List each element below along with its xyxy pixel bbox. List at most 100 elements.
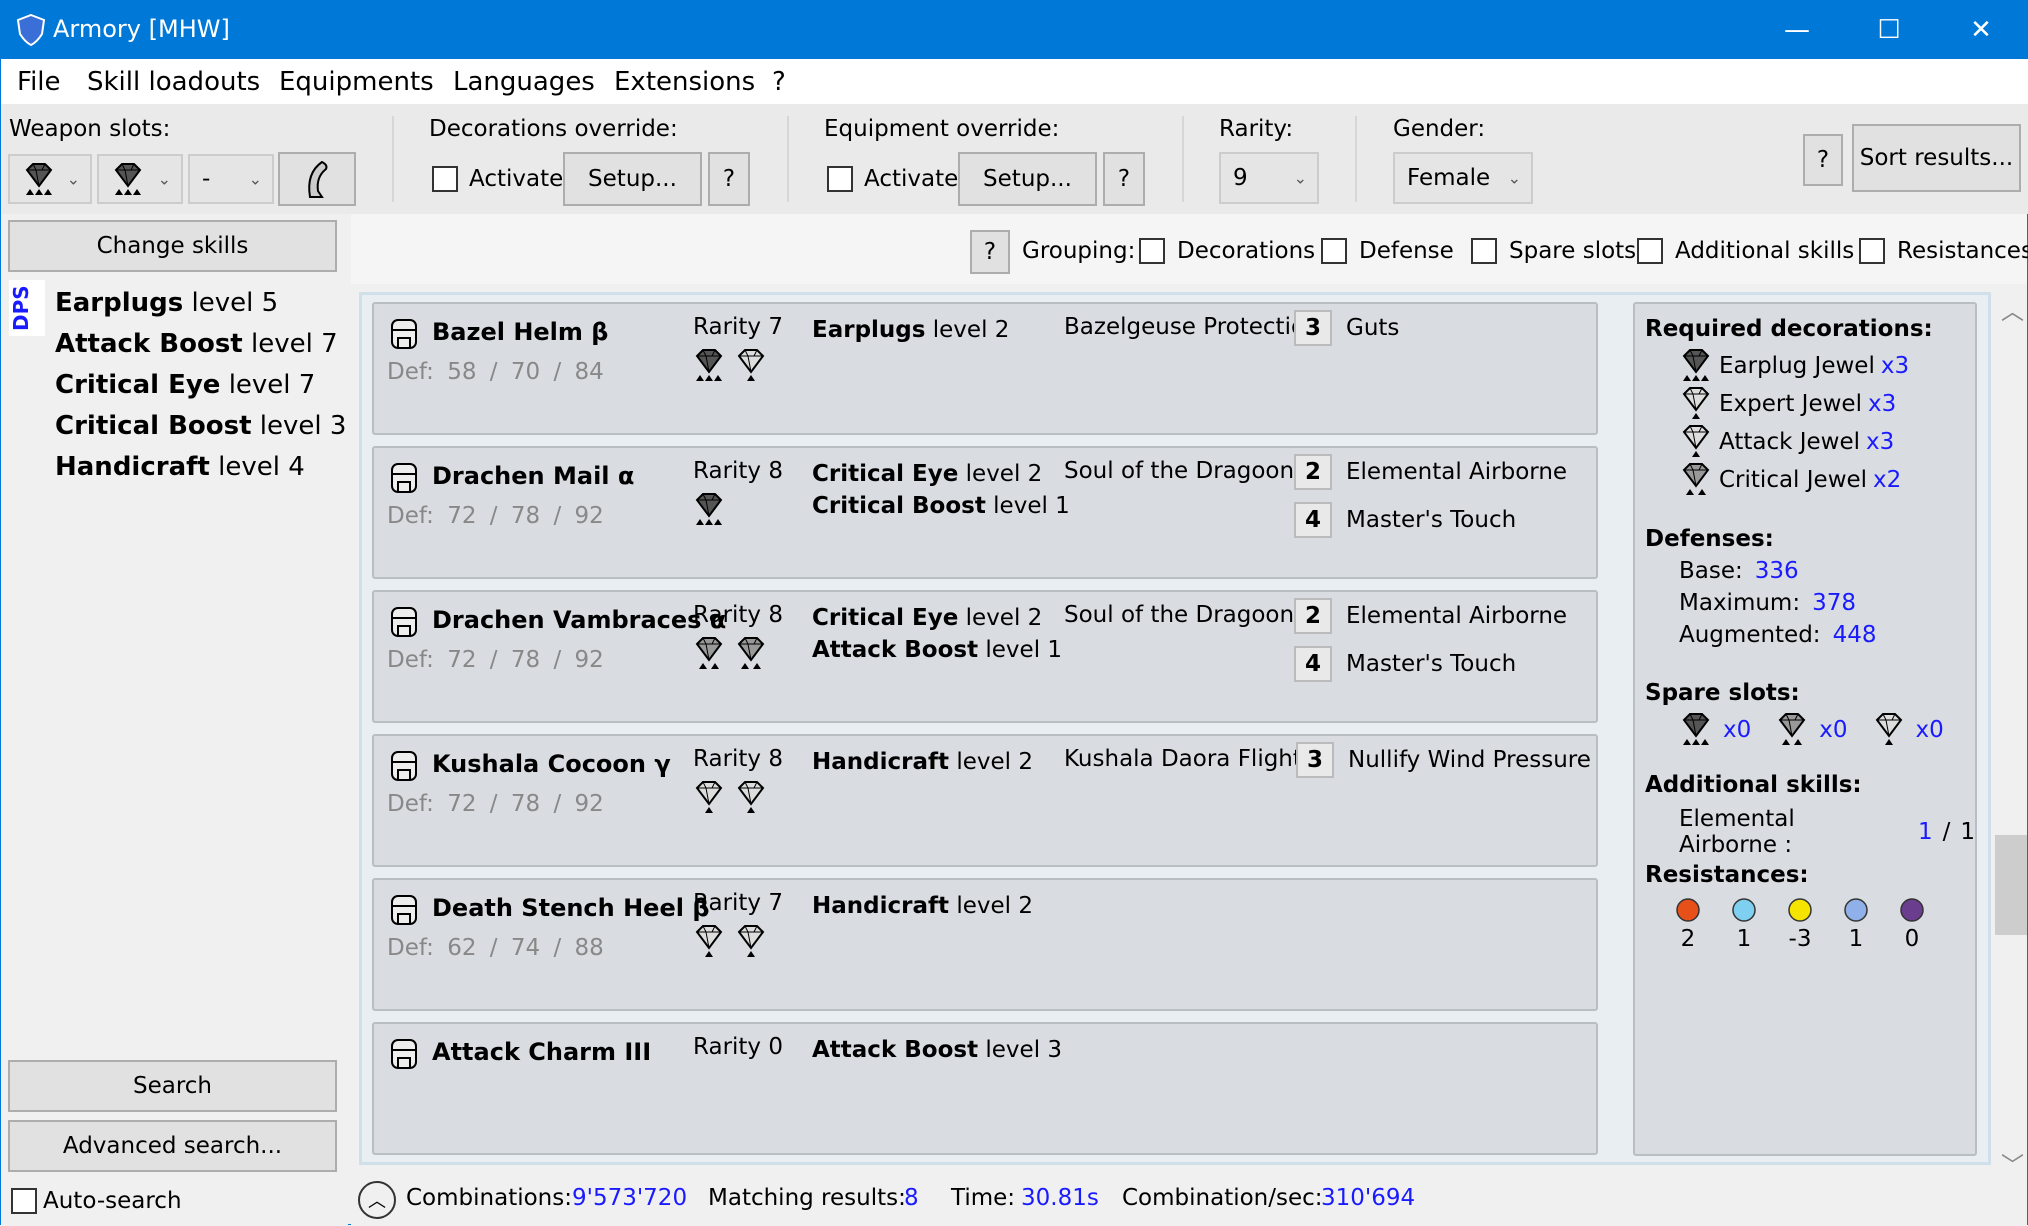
- menu-help[interactable]: ?: [772, 67, 786, 97]
- defense-part: 84: [574, 359, 604, 385]
- armor-skill-name: Critical Eye: [812, 605, 959, 631]
- rarity-select[interactable]: 9 ⌄: [1219, 152, 1319, 204]
- decoration-count: x3: [1867, 391, 1897, 417]
- maximize-button[interactable]: ☐: [1843, 1, 1935, 59]
- close-button[interactable]: ✕: [1935, 1, 2027, 59]
- auto-search-checkbox[interactable]: [11, 1188, 37, 1214]
- result-item[interactable]: Kushala Cocoon γ Def: 72 / 78 / 92 Rarity…: [372, 734, 1598, 867]
- equipment-help-button[interactable]: ?: [1103, 152, 1145, 206]
- decorations-activate-checkbox[interactable]: [432, 166, 458, 192]
- defense-part: /: [489, 935, 498, 961]
- grouping-defense-checkbox[interactable]: [1321, 238, 1347, 264]
- defense-part: /: [553, 359, 562, 385]
- equipment-setup-button[interactable]: Setup...: [958, 152, 1097, 206]
- set-bonus-skill: Master's Touch: [1346, 651, 1517, 677]
- defense-part: 62: [447, 935, 477, 961]
- armor-skill: Critical Eye level 2: [812, 458, 1070, 490]
- skill-name: Critical Boost: [55, 411, 252, 441]
- defense-row: Maximum: 378: [1679, 590, 1856, 616]
- menu-languages[interactable]: Languages: [453, 67, 595, 97]
- separator: /: [1942, 819, 1951, 845]
- minimize-button[interactable]: —: [1751, 1, 1843, 59]
- combinations-label: Combinations:: [406, 1185, 572, 1211]
- armor-name: Bazel Helm β: [432, 318, 609, 346]
- grouping-option-label: Defense: [1359, 238, 1454, 264]
- result-item[interactable]: Death Stench Heel β Def: 62 / 74 / 88 Rar…: [372, 878, 1598, 1011]
- defense-part: 72: [447, 791, 477, 817]
- menu-file[interactable]: File: [17, 67, 61, 97]
- defense-label: Augmented:: [1679, 622, 1821, 648]
- search-button[interactable]: Search: [8, 1060, 337, 1112]
- additional-skill: Elemental Airborne : 1 / 1: [1679, 806, 1975, 858]
- weapon-slot-3-select[interactable]: - ⌄: [188, 154, 274, 204]
- set-bonus-rank: 4: [1294, 502, 1332, 538]
- grouping-option-label: Additional skills: [1675, 238, 1855, 264]
- armor-rarity: Rarity 8: [693, 602, 783, 628]
- additional-skill-max: 1: [1960, 819, 1975, 845]
- spare-slots-row: x0 x0 x0: [1679, 712, 1958, 748]
- result-item[interactable]: Drachen Vambraces α Def: 72 / 78 / 92 Rar…: [372, 590, 1598, 723]
- armor-skill-name: Attack Boost: [812, 1037, 979, 1063]
- collapse-up-icon[interactable]: ︿: [358, 1181, 396, 1219]
- armor-skill-level: level 2: [932, 317, 1010, 343]
- gem-slot-1-icon: [695, 925, 723, 957]
- decorations-help-button[interactable]: ?: [708, 152, 750, 206]
- spare-slots-heading: Spare slots:: [1645, 680, 1800, 706]
- armor-skill: Attack Boost level 1: [812, 634, 1062, 666]
- change-skills-button[interactable]: Change skills: [8, 220, 337, 272]
- grouping-bar: ? Grouping: Decorations Defense Spare slot…: [351, 214, 2028, 284]
- ice-resistance-icon: [1844, 898, 1868, 922]
- spare-count: x0: [1819, 717, 1848, 743]
- grouping-help-button[interactable]: ?: [970, 230, 1010, 274]
- grouping-option-label: Spare slots: [1509, 238, 1637, 264]
- loadout-tab-dps[interactable]: DPS: [9, 280, 45, 336]
- result-item[interactable]: Attack Charm III Rarity 0 Attack Boost le…: [372, 1022, 1598, 1155]
- weapon-slot-2-select[interactable]: ⌄: [97, 154, 183, 204]
- decorations-setup-button[interactable]: Setup...: [563, 152, 702, 206]
- menu-bar: File Skill loadouts Equipments Languages…: [1, 59, 2028, 104]
- result-item[interactable]: Drachen Mail α Def: 72 / 78 / 92 Rarity 8…: [372, 446, 1598, 579]
- advanced-search-button[interactable]: Advanced search...: [8, 1120, 337, 1172]
- dragon-resistance-icon: [1900, 898, 1924, 922]
- set-bonus-rank: 4: [1294, 646, 1332, 682]
- defense-part: Def:: [387, 503, 434, 529]
- menu-equipments[interactable]: Equipments: [279, 67, 434, 97]
- charm-icon: [391, 1039, 417, 1069]
- grouping-additional-skills-checkbox[interactable]: [1637, 238, 1663, 264]
- set-bonus: 4 Master's Touch: [1294, 646, 1516, 682]
- scrollbar-thumb[interactable]: [1995, 835, 2027, 935]
- fire-resistance-icon: [1676, 898, 1700, 922]
- results-scrollbar[interactable]: ︿ ﹀: [1993, 292, 2027, 1179]
- time-value: 30.81s: [1021, 1185, 1099, 1211]
- defense-part: Def:: [387, 647, 434, 673]
- matching-value: 8: [904, 1185, 919, 1211]
- gem-slot-1-icon: [1682, 425, 1710, 457]
- slot-gems: [692, 492, 726, 528]
- skill-level: level 4: [218, 452, 305, 482]
- scroll-up-icon[interactable]: ︿: [2001, 292, 2024, 326]
- armor-rarity: Rarity 8: [693, 746, 783, 772]
- gender-select[interactable]: Female ⌄: [1393, 152, 1533, 204]
- weapon-slot-1-select[interactable]: ⌄: [8, 154, 92, 204]
- grouping-spare-slots-checkbox[interactable]: [1471, 238, 1497, 264]
- selected-skill: Handicraft level 4: [55, 452, 305, 482]
- set-name: Soul of the Dragoon: [1064, 602, 1295, 628]
- result-item[interactable]: Bazel Helm β Def: 58 / 70 / 84 Rarity 7 Ea…: [372, 302, 1598, 435]
- armor-skill: Earplugs level 2: [812, 314, 1009, 346]
- sort-results-button[interactable]: Sort results...: [1852, 124, 2021, 192]
- grouping-decorations-checkbox[interactable]: [1139, 238, 1165, 264]
- weapon-type-button[interactable]: [278, 152, 356, 206]
- grouping-resistances-checkbox[interactable]: [1859, 238, 1885, 264]
- menu-skill-loadouts[interactable]: Skill loadouts: [87, 67, 260, 97]
- equipment-activate-checkbox[interactable]: [827, 166, 853, 192]
- menu-extensions[interactable]: Extensions: [614, 67, 755, 97]
- rate-label: Combination/sec:: [1122, 1185, 1323, 1211]
- sort-help-button[interactable]: ?: [1803, 134, 1843, 186]
- selected-skill: Attack Boost level 7: [55, 329, 338, 359]
- defense-part: Def:: [387, 935, 434, 961]
- defense-part: 92: [574, 647, 604, 673]
- decoration-name: Earplug Jewel: [1719, 353, 1875, 379]
- skill-level: level 7: [251, 329, 338, 359]
- thunder-resistance-value: -3: [1788, 926, 1812, 952]
- defense-part: 72: [447, 503, 477, 529]
